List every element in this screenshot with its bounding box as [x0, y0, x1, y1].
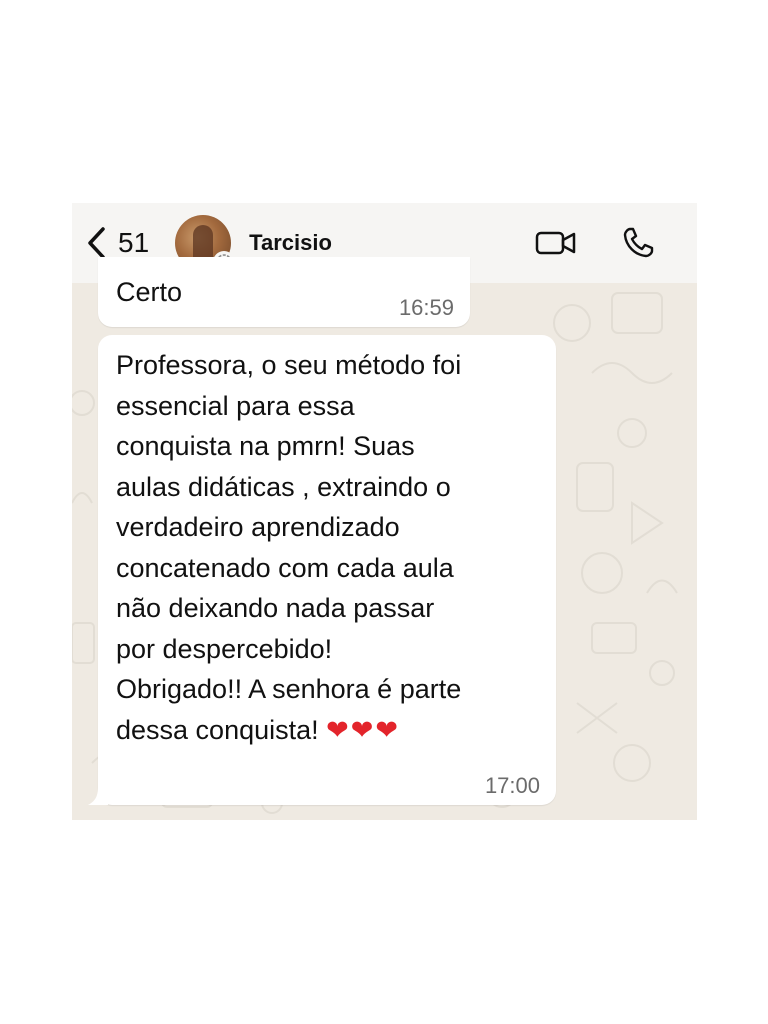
- message-body: Professora, o seu método foi essencial p…: [116, 350, 462, 745]
- video-camera-icon: [535, 231, 576, 255]
- bubble-tail: [88, 787, 108, 805]
- message-bubble[interactable]: Certo 16:59: [98, 257, 470, 327]
- message-time: 17:00: [484, 773, 540, 798]
- chat-screen: 51 Tarcisio Certo 16:59 Professora, o se…: [72, 203, 697, 820]
- message-text: Professora, o seu método foi essencial p…: [116, 345, 546, 751]
- heart-emojis: ❤❤❤: [326, 714, 401, 746]
- unread-count: 51: [118, 227, 150, 258]
- phone-icon: [623, 227, 654, 258]
- chevron-left-icon: [88, 227, 105, 259]
- message-time: 16:59: [398, 295, 454, 320]
- message-text: Certo: [116, 277, 183, 307]
- contact-name[interactable]: Tarcisio: [249, 230, 332, 256]
- voice-call-button[interactable]: [621, 226, 655, 260]
- video-call-button[interactable]: [535, 229, 577, 257]
- back-button[interactable]: 51: [86, 226, 149, 260]
- message-bubble[interactable]: Professora, o seu método foi essencial p…: [88, 335, 556, 805]
